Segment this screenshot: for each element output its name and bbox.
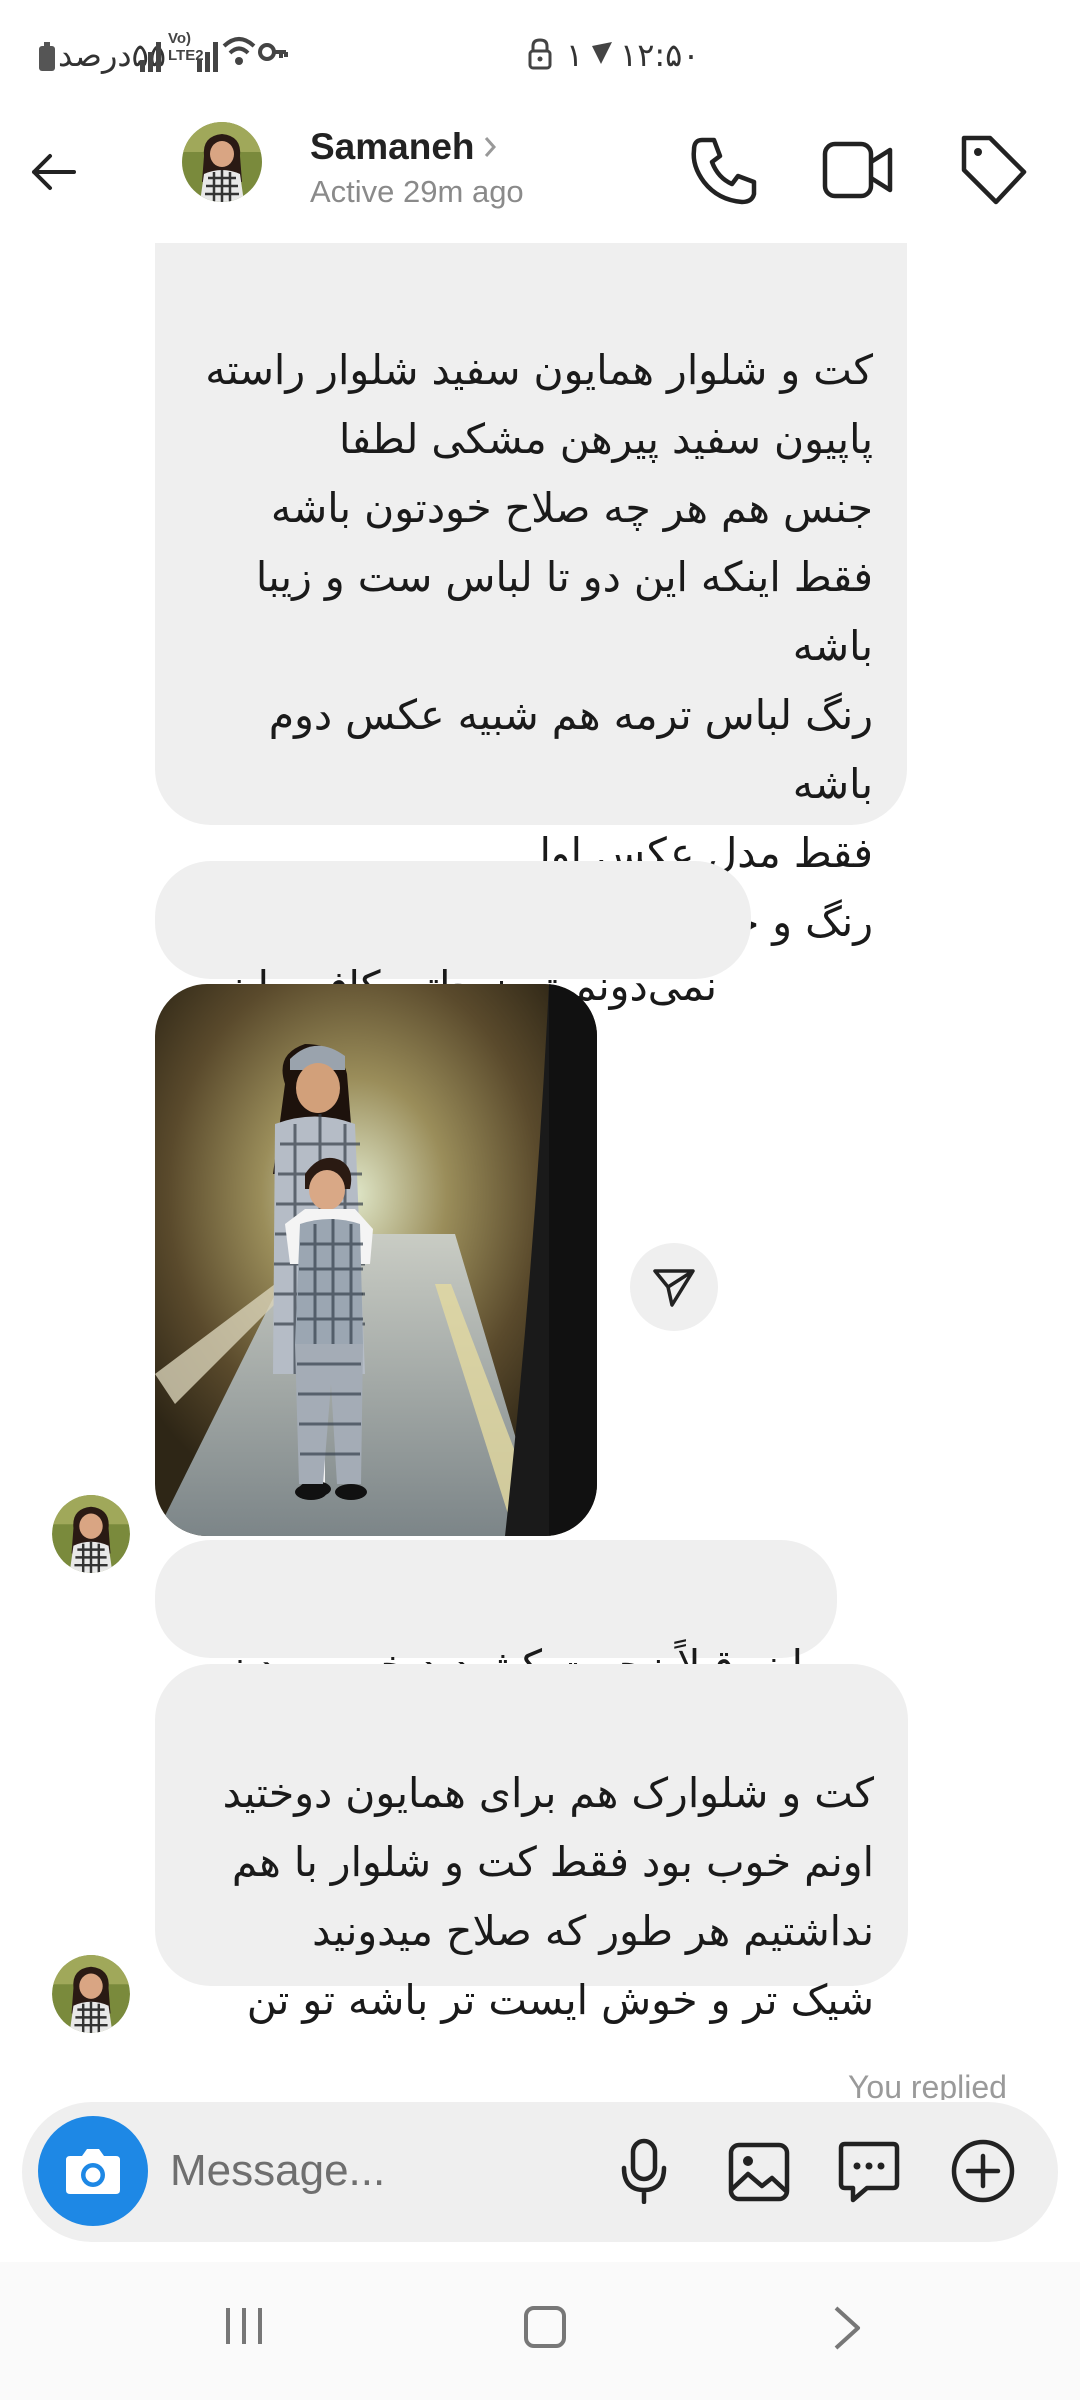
message-thread[interactable]: کت و شلوار همایون سفید شلوار راسته پاپیو… xyxy=(0,243,1080,2100)
message-text: کت و شلوار همایون سفید شلوار راسته پاپیو… xyxy=(205,346,873,946)
tag-icon[interactable] xyxy=(958,132,1028,206)
message-bubble[interactable]: کت و شلوارک هم برای همایون دوختید اونم خ… xyxy=(155,1664,908,2024)
share-button[interactable] xyxy=(630,1243,718,1331)
sender-avatar[interactable] xyxy=(52,1955,130,2033)
system-navigation-bar xyxy=(0,2262,1080,2400)
wifi-icon xyxy=(222,37,256,65)
camera-button[interactable] xyxy=(38,2116,148,2226)
recent-apps-icon[interactable] xyxy=(222,2304,266,2348)
camera-icon xyxy=(66,2149,120,2194)
chat-header: Samaneh Active 29m ago xyxy=(0,118,1080,243)
paper-plane-icon xyxy=(653,1269,695,1307)
gallery-icon[interactable] xyxy=(728,2142,790,2202)
message-input[interactable] xyxy=(170,2140,590,2202)
chevron-right-icon[interactable] xyxy=(483,136,497,158)
signal-icon xyxy=(140,42,161,72)
video-call-icon[interactable] xyxy=(822,138,894,202)
signal-icon xyxy=(197,42,218,72)
sender-avatar[interactable] xyxy=(52,1495,130,1573)
message-bubble[interactable]: اینو قبلاً زحمت کشیدید خوب بودن xyxy=(155,1540,837,1689)
notification-count: ۱ xyxy=(566,36,584,74)
telegram-status-icon xyxy=(592,42,612,64)
message-bubble[interactable]: نمی‌دونم توضیحاتی کافیه یا نه xyxy=(155,861,751,1010)
add-circle-icon[interactable] xyxy=(950,2138,1016,2204)
activity-status: Active 29m ago xyxy=(310,174,524,209)
contact-avatar[interactable] xyxy=(121,81,122,82)
status-time: ۱۲:۵۰ xyxy=(620,36,700,74)
message-text: کت و شلوارک هم برای همایون دوختید اونم خ… xyxy=(222,1769,874,2024)
contact-avatar[interactable] xyxy=(120,82,174,136)
back-nav-icon[interactable] xyxy=(832,2304,862,2352)
reply-note: You replied xyxy=(848,2069,1007,2100)
battery-icon xyxy=(39,42,55,71)
home-icon[interactable] xyxy=(522,2304,568,2350)
contact-avatar[interactable] xyxy=(182,122,262,202)
lte-label: Vo) LTE2 xyxy=(168,30,204,64)
microphone-icon[interactable] xyxy=(620,2138,668,2204)
phone-call-icon[interactable] xyxy=(688,134,758,206)
shared-photo[interactable] xyxy=(155,984,597,1536)
back-arrow-icon[interactable] xyxy=(30,152,76,192)
lock-icon xyxy=(528,38,552,70)
message-bubble[interactable]: کت و شلوار همایون سفید شلوار راسته پاپیو… xyxy=(155,243,907,946)
key-icon xyxy=(258,43,288,61)
message-composer xyxy=(22,2102,1058,2242)
contact-name[interactable]: Samaneh xyxy=(310,126,475,168)
sticker-chat-icon[interactable] xyxy=(837,2140,901,2204)
